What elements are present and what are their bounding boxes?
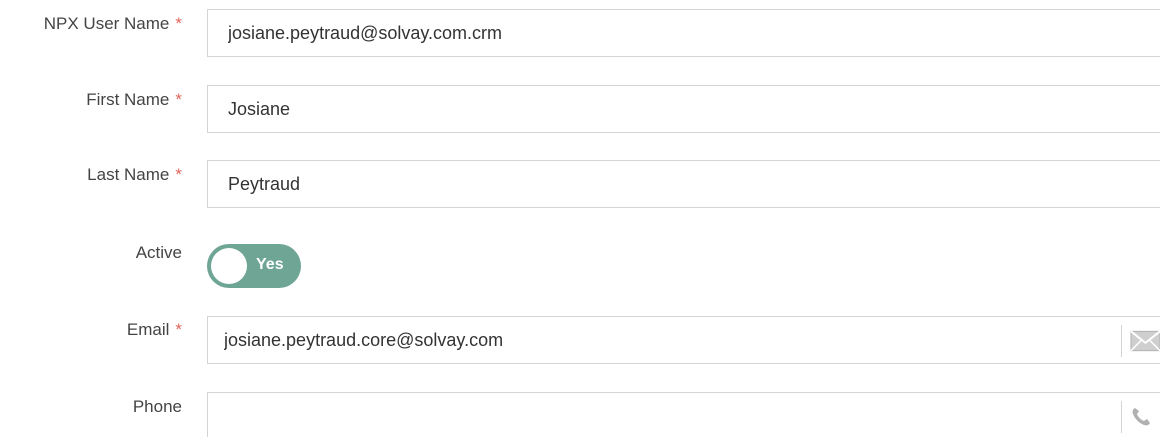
required-marker: * bbox=[175, 90, 182, 109]
required-marker: * bbox=[175, 14, 182, 33]
email-label-text: Email bbox=[126, 320, 170, 339]
npx-user-name-label: NPX User Name * bbox=[44, 14, 182, 34]
first-name-field[interactable] bbox=[207, 85, 1160, 133]
last-name-label-text: Last Name bbox=[87, 165, 170, 184]
last-name-label: Last Name * bbox=[87, 165, 182, 185]
phone-label-text: Phone bbox=[132, 397, 182, 416]
toggle-state-text: Yes bbox=[256, 256, 284, 273]
npx-user-name-input[interactable] bbox=[208, 10, 1088, 56]
last-name-field[interactable] bbox=[207, 160, 1160, 208]
required-marker: * bbox=[175, 165, 182, 184]
active-toggle[interactable]: Yes bbox=[207, 244, 301, 288]
active-label: Active bbox=[136, 243, 182, 263]
toggle-knob bbox=[211, 248, 247, 284]
phone-field[interactable] bbox=[207, 392, 1160, 437]
email-addon[interactable] bbox=[1121, 325, 1160, 357]
required-marker: * bbox=[175, 320, 182, 339]
active-label-text: Active bbox=[135, 243, 182, 262]
phone-label: Phone bbox=[133, 397, 182, 417]
email-label: Email * bbox=[127, 320, 182, 340]
user-form: NPX User Name * First Name * Last Name * Ac… bbox=[0, 0, 1160, 437]
npx-user-name-label-text: NPX User Name bbox=[43, 14, 170, 33]
first-name-label: First Name * bbox=[86, 90, 182, 110]
phone-icon bbox=[1132, 408, 1150, 426]
email-input[interactable] bbox=[208, 317, 1088, 363]
phone-input[interactable] bbox=[208, 393, 1088, 437]
first-name-label-text: First Name bbox=[86, 90, 170, 109]
phone-addon[interactable] bbox=[1121, 401, 1160, 433]
envelope-icon bbox=[1130, 330, 1160, 352]
first-name-input[interactable] bbox=[208, 86, 1088, 132]
npx-user-name-field[interactable] bbox=[207, 9, 1160, 57]
email-field[interactable] bbox=[207, 316, 1160, 364]
last-name-input[interactable] bbox=[208, 161, 1088, 207]
